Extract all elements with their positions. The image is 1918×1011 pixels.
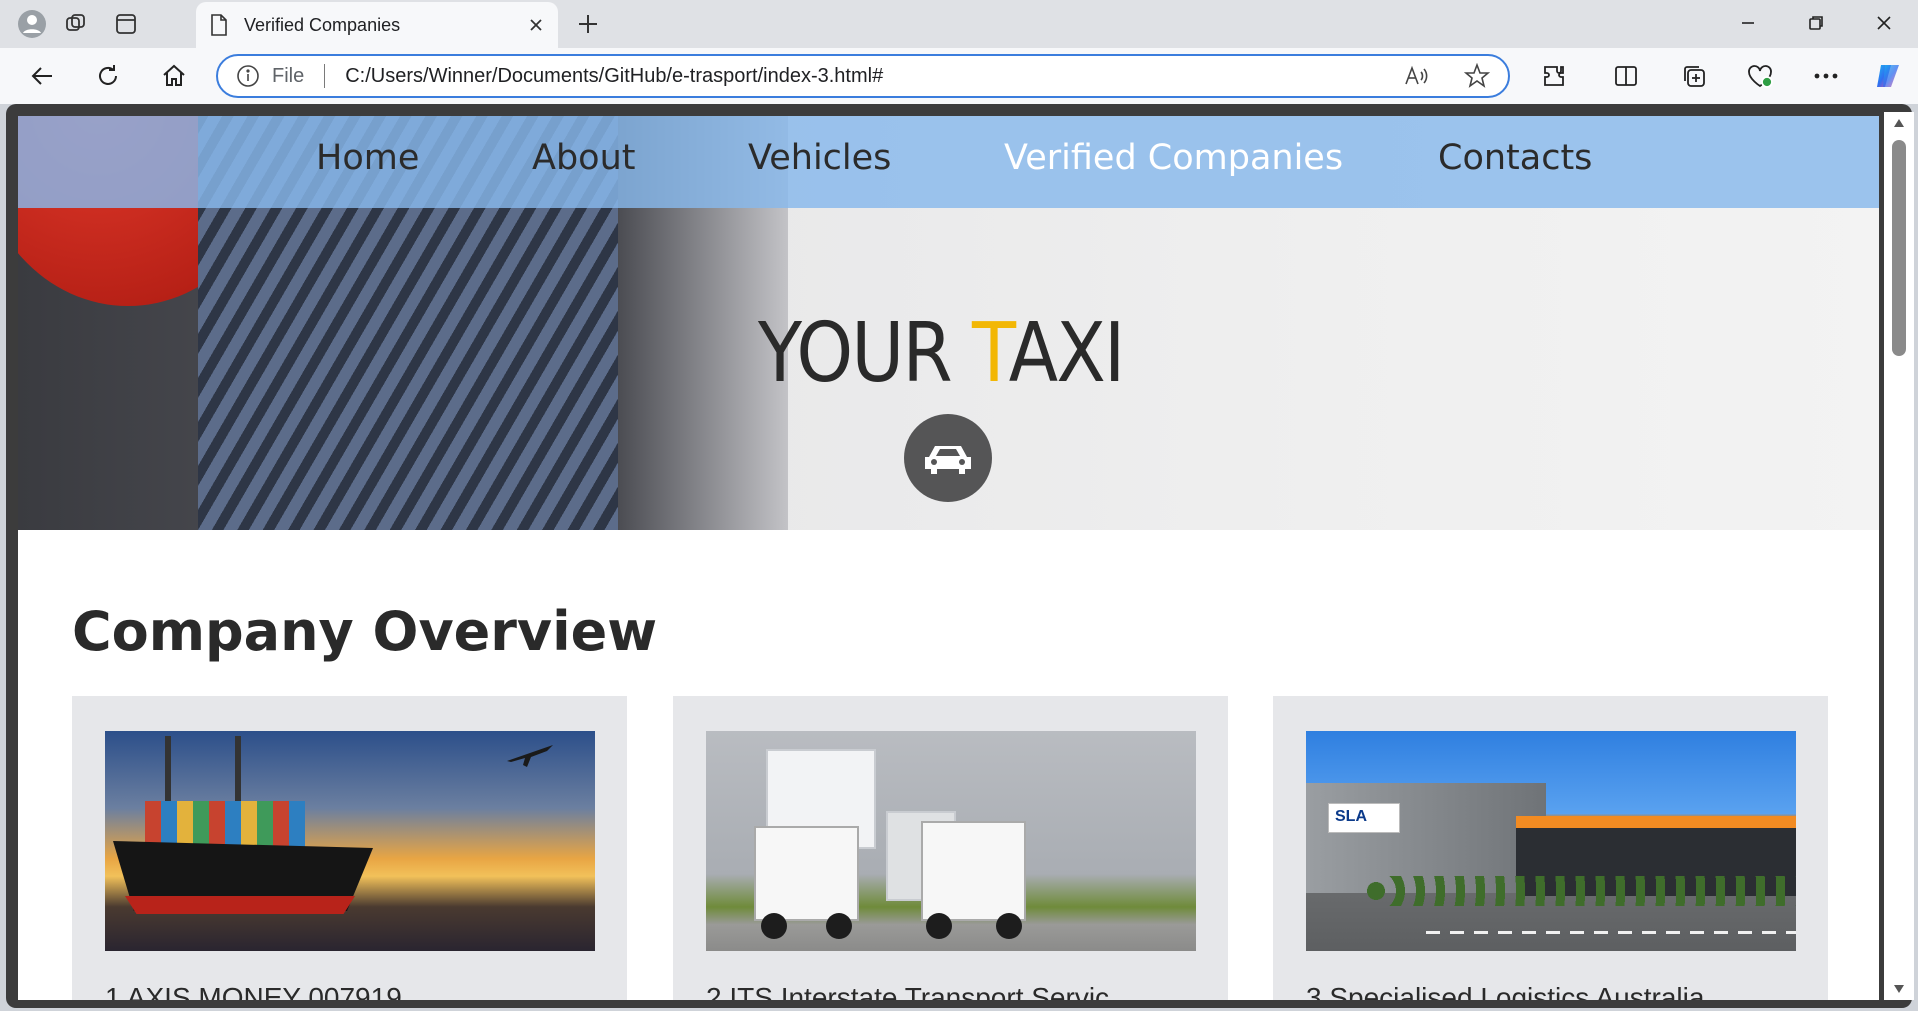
road-marking-shape: [1426, 931, 1796, 934]
sla-building-image: SLA: [1306, 731, 1796, 951]
nav-about[interactable]: About: [532, 138, 635, 178]
hero-banner: Home About Vehicles Verified Companies C…: [18, 116, 1879, 530]
address-bar[interactable]: File C:/Users/Winner/Documents/GitHub/e-…: [216, 54, 1510, 98]
split-screen-icon[interactable]: [1606, 56, 1646, 96]
web-page: Home About Vehicles Verified Companies C…: [18, 116, 1879, 1000]
favorite-star-icon[interactable]: [1464, 63, 1490, 89]
address-separator: [324, 64, 326, 88]
section-title: Company Overview: [72, 600, 658, 663]
extensions-icon[interactable]: [1534, 56, 1574, 96]
tab-title: Verified Companies: [244, 14, 401, 35]
wheel-shape: [761, 913, 787, 939]
more-options-icon[interactable]: [1806, 56, 1846, 96]
workspaces-icon[interactable]: [56, 4, 96, 44]
browser-essentials-icon[interactable]: [1740, 56, 1780, 96]
company-card[interactable]: SLA 3 Specialised Logistics Australia...: [1273, 696, 1828, 1000]
scroll-down-icon[interactable]: [1893, 984, 1905, 994]
logo-highlight: T: [972, 306, 1010, 401]
scheme-label: File: [272, 64, 305, 87]
office-stripe-shape: [1516, 816, 1796, 828]
active-tab[interactable]: Verified Companies: [196, 2, 558, 48]
minimize-icon[interactable]: [1714, 0, 1782, 46]
close-tab-icon[interactable]: [528, 17, 544, 33]
card-caption: 2 ITS Interstate Transport Servic...: [706, 982, 1133, 1000]
page-icon: [211, 14, 227, 36]
read-aloud-icon[interactable]: [1404, 64, 1430, 88]
ship-hull-shape: [125, 896, 355, 914]
company-card[interactable]: 2 ITS Interstate Transport Servic...: [673, 696, 1228, 1000]
restore-icon[interactable]: [1782, 0, 1850, 46]
logo-prefix: YOUR: [758, 306, 973, 401]
nav-vehicles[interactable]: Vehicles: [748, 138, 891, 178]
close-window-icon[interactable]: [1850, 0, 1918, 46]
back-icon[interactable]: [22, 56, 62, 96]
plane-icon: [507, 745, 553, 767]
card-caption: 1 AXIS MONEY 007919...: [105, 982, 426, 1000]
main-navigation: Home About Vehicles Verified Companies C…: [18, 116, 1879, 208]
scroll-up-icon[interactable]: [1893, 118, 1905, 128]
shrubs-shape: [1366, 876, 1796, 906]
company-card[interactable]: 1 AXIS MONEY 007919...: [72, 696, 627, 1000]
refresh-icon[interactable]: [88, 56, 128, 96]
logo-suffix: AXI: [1008, 306, 1126, 401]
nav-contacts[interactable]: Contacts: [1438, 138, 1592, 178]
card-caption: 3 Specialised Logistics Australia...: [1306, 982, 1728, 1000]
url-text[interactable]: C:/Users/Winner/Documents/GitHub/e-trasp…: [345, 65, 1404, 88]
home-icon[interactable]: [154, 56, 194, 96]
truck-cab-shape: [921, 821, 1026, 921]
profile-icon[interactable]: [12, 4, 52, 44]
info-icon[interactable]: [236, 64, 260, 88]
browser-tab-bar: Verified Companies: [0, 0, 1918, 48]
site-logo-text[interactable]: YOUR TAXI: [758, 306, 1126, 401]
new-tab-icon[interactable]: [568, 4, 608, 44]
wheel-shape: [826, 913, 852, 939]
truck-cab-shape: [754, 826, 859, 921]
vertical-tabs-icon[interactable]: [106, 4, 146, 44]
scroll-thumb[interactable]: [1892, 140, 1906, 356]
nav-verified-companies[interactable]: Verified Companies: [1004, 138, 1343, 178]
wheel-shape: [926, 913, 952, 939]
trucks-image: [706, 731, 1196, 951]
containers-shape: [145, 801, 305, 847]
port-ship-plane-image: [105, 731, 595, 951]
copilot-icon[interactable]: [1868, 56, 1908, 96]
wheel-shape: [996, 913, 1022, 939]
nav-home[interactable]: Home: [316, 138, 419, 178]
page-scrollbar[interactable]: [1884, 112, 1914, 1000]
browser-toolbar: File C:/Users/Winner/Documents/GitHub/e-…: [0, 48, 1918, 104]
sla-logo-sign: SLA: [1328, 803, 1400, 833]
car-icon: [904, 414, 992, 502]
collections-icon[interactable]: [1674, 56, 1714, 96]
